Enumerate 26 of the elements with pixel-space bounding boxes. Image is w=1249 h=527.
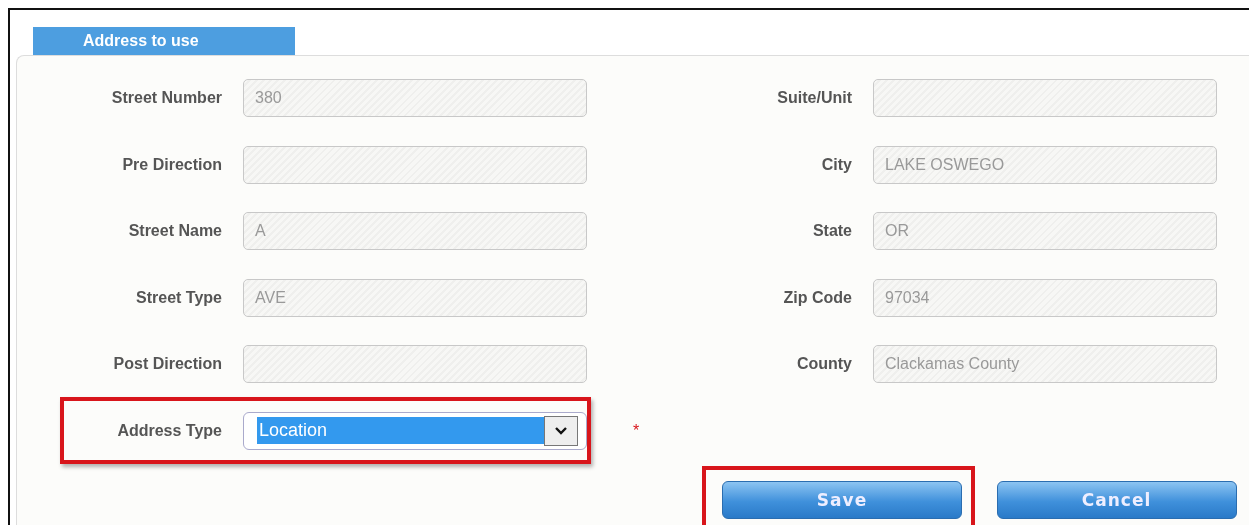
field-label: County bbox=[796, 355, 852, 374]
input-field[interactable]: AVE bbox=[243, 278, 587, 317]
field-label: Pre Direction bbox=[121, 155, 222, 174]
field-label: Street Name bbox=[127, 222, 222, 241]
input-field[interactable] bbox=[243, 345, 587, 384]
required-mark: * bbox=[633, 421, 640, 440]
dropdown[interactable]: Location bbox=[243, 411, 587, 450]
field-label: Post Direction bbox=[112, 355, 222, 374]
input-field[interactable]: 97034 bbox=[873, 278, 1217, 317]
field-label: Street Type bbox=[135, 288, 222, 307]
action-button[interactable]: Save bbox=[722, 481, 962, 519]
input-field[interactable]: Clackamas County bbox=[873, 345, 1217, 384]
field-label: Street Number bbox=[110, 89, 222, 108]
input-field[interactable]: OR bbox=[873, 212, 1217, 251]
field-label: State bbox=[812, 222, 852, 241]
input-field[interactable]: A bbox=[243, 212, 587, 251]
field-label: Zip Code bbox=[783, 288, 852, 307]
input-field[interactable]: LAKE OSWEGO bbox=[873, 145, 1217, 184]
field-label: City bbox=[821, 155, 852, 174]
field-label: Address Type bbox=[116, 421, 222, 440]
chevron-down-icon[interactable] bbox=[544, 415, 578, 446]
input-field[interactable] bbox=[243, 145, 587, 184]
input-field[interactable]: 380 bbox=[243, 79, 587, 118]
input-field[interactable] bbox=[873, 79, 1217, 118]
field-label: Suite/Unit bbox=[777, 89, 852, 108]
action-button[interactable]: Cancel bbox=[996, 481, 1237, 519]
